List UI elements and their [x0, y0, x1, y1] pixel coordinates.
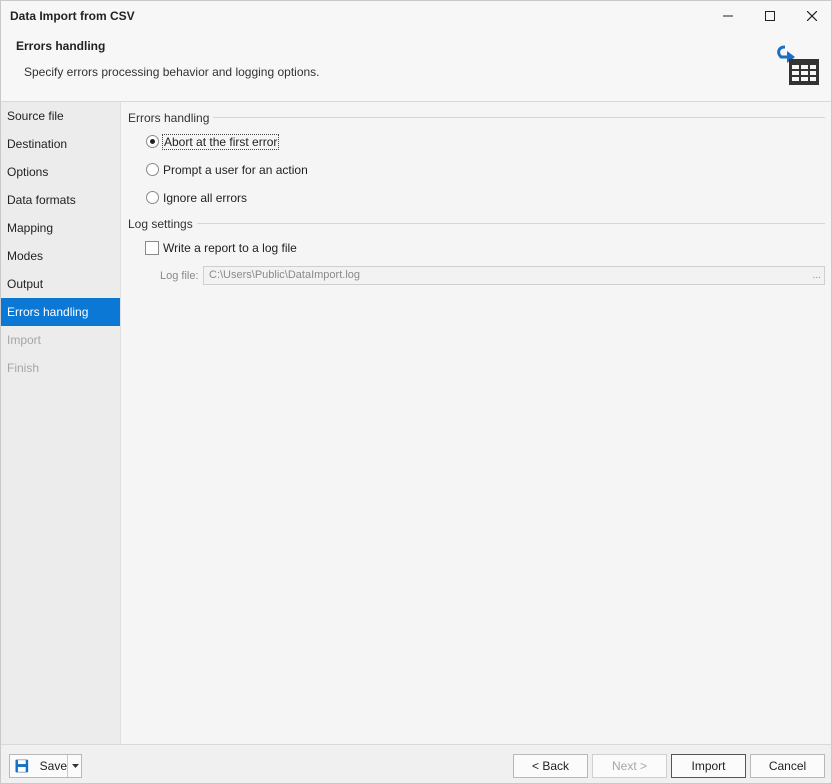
window-title: Data Import from CSV: [10, 9, 135, 23]
abort-first-error-radio[interactable]: [146, 135, 159, 148]
title-bar: Data Import from CSV: [1, 1, 831, 31]
save-dropdown-button[interactable]: [67, 755, 82, 777]
write-report-label[interactable]: Write a report to a log file: [163, 241, 297, 255]
sidebar-item-output[interactable]: Output: [1, 270, 120, 298]
sidebar-item-options[interactable]: Options: [1, 158, 120, 186]
log-group-label: Log settings: [128, 217, 197, 231]
ignore-errors-label[interactable]: Ignore all errors: [163, 191, 247, 205]
page-subtitle: Specify errors processing behavior and l…: [24, 65, 320, 79]
back-button[interactable]: < Back: [513, 754, 588, 778]
sidebar-item-finish: Finish: [7, 361, 40, 375]
import-button[interactable]: Import: [671, 754, 746, 778]
group-divider: [189, 223, 825, 224]
close-icon: [807, 11, 817, 21]
dialog-window: Data Import from CSV Errors handling Spe…: [0, 0, 832, 784]
page-header: Errors handling Specify errors processin…: [1, 31, 831, 102]
next-button: Next >: [592, 754, 667, 778]
minimize-icon: [723, 15, 733, 17]
sidebar-item-destination[interactable]: Destination: [1, 130, 120, 158]
prompt-user-label[interactable]: Prompt a user for an action: [163, 163, 308, 177]
sidebar-item-source-file[interactable]: Source file: [1, 102, 120, 130]
save-split-button: Save: [9, 754, 82, 778]
ignore-errors-radio[interactable]: [146, 191, 159, 204]
wizard-content: Errors handling Abort at the first error…: [121, 102, 831, 744]
sidebar-item-errors-handling[interactable]: Errors handling: [1, 298, 120, 326]
chevron-down-icon: [71, 764, 79, 768]
errors-group-label: Errors handling: [128, 111, 214, 125]
save-button[interactable]: Save: [10, 755, 67, 777]
sidebar-item-mapping[interactable]: Mapping: [1, 214, 120, 242]
sidebar-item-import: Import: [7, 333, 42, 347]
sidebar-item-data-formats[interactable]: Data formats: [1, 186, 120, 214]
minimize-button[interactable]: [707, 1, 749, 31]
log-file-value: C:\Users\Public\DataImport.log: [209, 269, 360, 281]
wizard-sidebar: Source file Destination Options Data for…: [1, 102, 121, 744]
maximize-button[interactable]: [749, 1, 791, 31]
save-label: Save: [39, 759, 67, 773]
page-title: Errors handling: [16, 39, 106, 53]
write-report-checkbox[interactable]: [145, 241, 159, 255]
wizard-footer: Save < Back Next > Import Cancel: [1, 744, 831, 783]
cancel-button[interactable]: Cancel: [750, 754, 825, 778]
import-table-icon: [773, 43, 821, 90]
close-button[interactable]: [791, 1, 831, 31]
group-divider: [201, 117, 825, 118]
maximize-icon: [765, 11, 775, 21]
log-file-input: C:\Users\Public\DataImport.log ...: [203, 266, 825, 285]
log-file-label: Log file:: [160, 270, 199, 282]
sidebar-item-modes[interactable]: Modes: [1, 242, 120, 270]
abort-first-error-label[interactable]: Abort at the first error: [161, 134, 280, 150]
browse-button: ...: [812, 270, 821, 281]
floppy-disk-icon: [15, 759, 29, 773]
prompt-user-radio[interactable]: [146, 163, 159, 176]
